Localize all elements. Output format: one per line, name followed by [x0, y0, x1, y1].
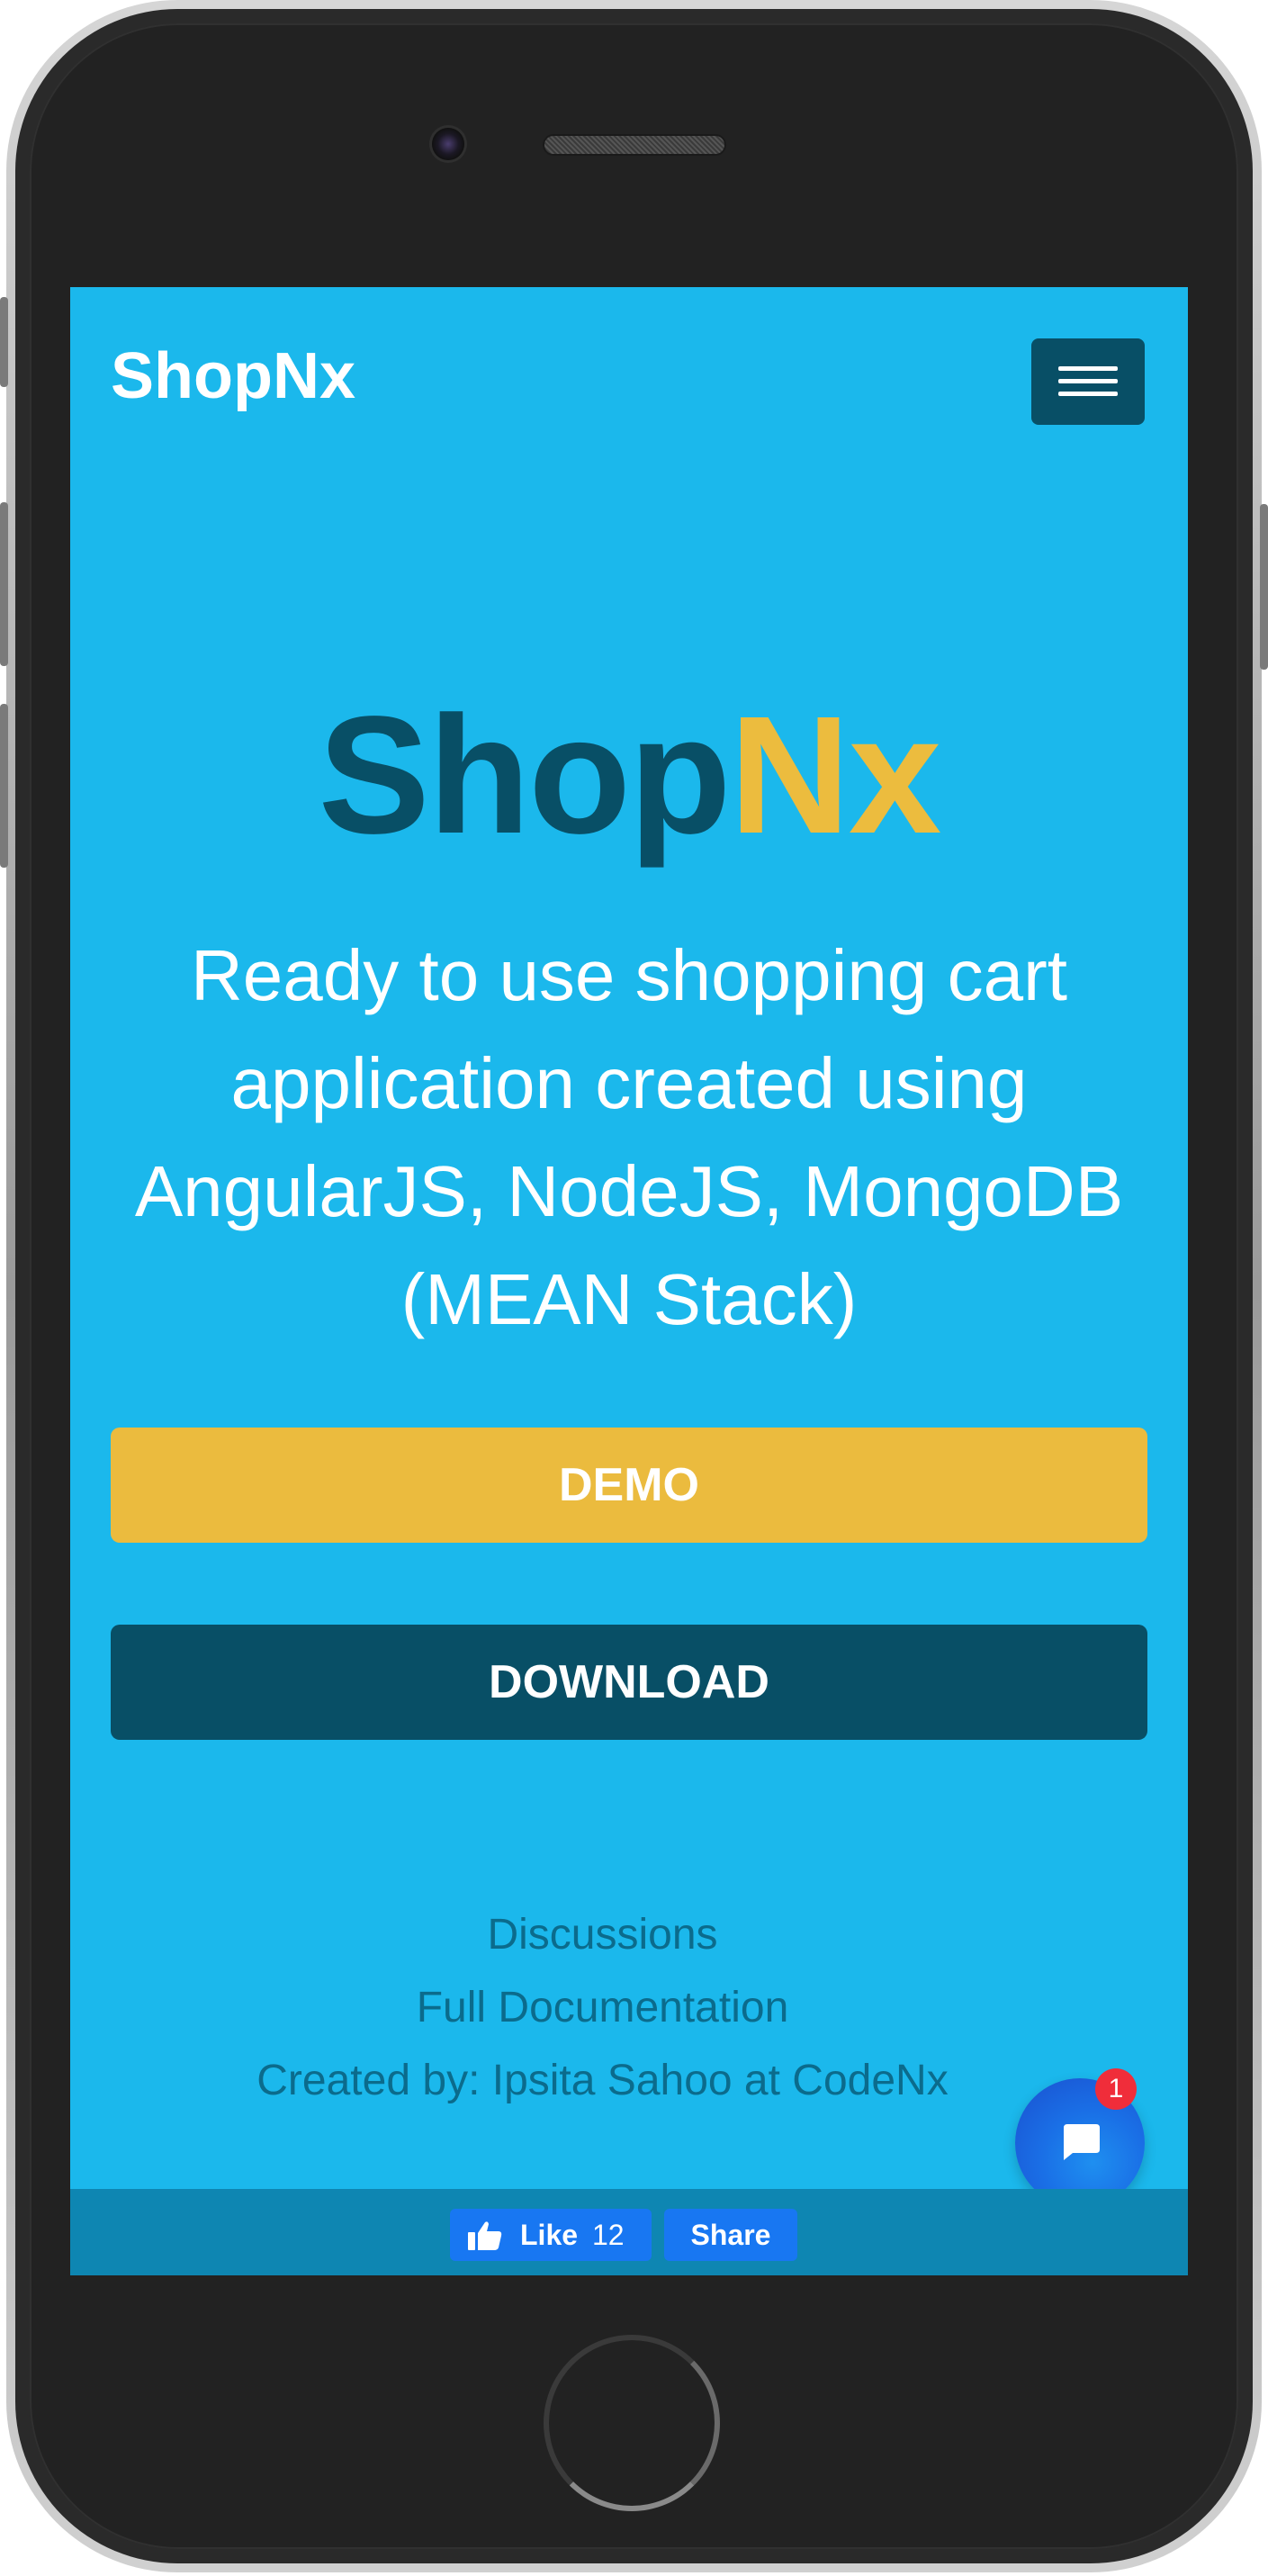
phone-volume-up-button — [0, 502, 8, 666]
hamburger-menu-icon-bar-2 — [1058, 379, 1118, 383]
phone-volume-down-button — [0, 704, 8, 868]
download-button[interactable]: DOWNLOAD — [111, 1625, 1147, 1740]
facebook-share-button[interactable]: Share — [664, 2209, 797, 2261]
phone-mute-switch — [0, 297, 8, 387]
front-camera — [432, 128, 464, 160]
like-label: Like — [520, 2219, 579, 2251]
thumbs-up-icon — [468, 2221, 502, 2250]
hero-title-nx: Nx — [729, 682, 942, 869]
social-share-bar: Like 12 Share — [70, 2189, 1188, 2275]
demo-button[interactable]: DEMO — [111, 1428, 1147, 1543]
created-by-link[interactable]: Created by: Ipsita Sahoo at CodeNx — [70, 2044, 1135, 2117]
chat-notification-badge: 1 — [1095, 2068, 1137, 2110]
hero-title: ShopNx — [70, 692, 1188, 860]
full-documentation-link[interactable]: Full Documentation — [70, 1971, 1135, 2044]
navbar-toggle-button[interactable] — [1031, 338, 1145, 425]
facebook-like-button[interactable]: Like 12 — [450, 2209, 652, 2261]
hamburger-menu-icon-bar-3 — [1058, 392, 1118, 396]
home-button[interactable] — [544, 2335, 720, 2511]
discussions-link[interactable]: Discussions — [70, 1898, 1135, 1971]
footer-links: Discussions Full Documentation Created b… — [70, 1898, 1135, 2117]
phone-screen: ShopNx ShopNx Ready to use shopping cart… — [70, 287, 1188, 2275]
chat-icon — [1064, 2124, 1100, 2160]
hero-tagline: Ready to use shopping cart application c… — [134, 935, 1124, 1339]
like-count: 12 — [592, 2219, 625, 2251]
hamburger-menu-icon — [1058, 366, 1118, 371]
phone-power-button — [1260, 504, 1268, 670]
earpiece-speaker — [544, 136, 724, 154]
navbar-brand[interactable]: ShopNx — [111, 339, 355, 413]
hero-title-shop: Shop — [318, 682, 732, 869]
